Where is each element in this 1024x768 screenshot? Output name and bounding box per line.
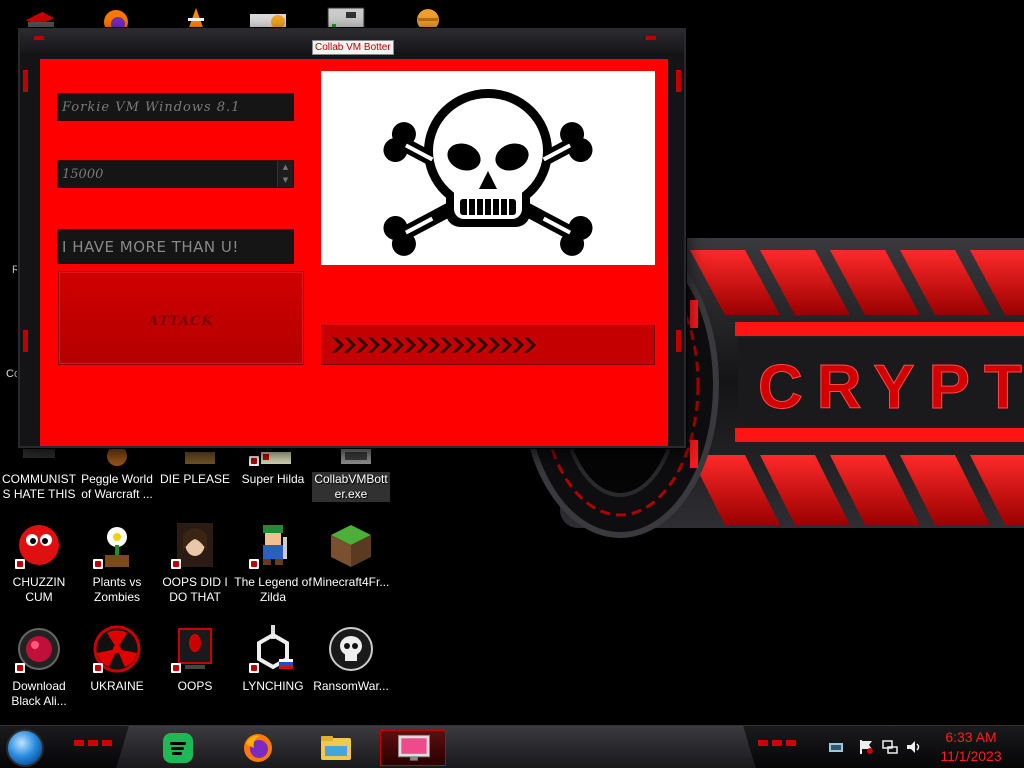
wallpaper-brand-text: CRYPTIC — [758, 353, 1024, 422]
progress-chevron — [500, 337, 512, 353]
desktop-icon-download-black-ali[interactable]: Download Black Ali... — [0, 625, 78, 709]
monitor-icon — [397, 734, 430, 761]
desktop-icon-oops[interactable]: OOPS — [156, 625, 234, 694]
desktop-icon-label: RansomWar... — [313, 679, 389, 693]
desktop-icon-ransomware[interactable]: RansomWar... — [312, 625, 390, 694]
desktop-icon-label: Minecraft4Fr... — [312, 575, 390, 589]
desktop-icon-oops-did-i[interactable]: OOPS DID I DO THAT — [156, 521, 234, 605]
taskbar-clock[interactable]: 6:33 AM 11/1/2023 — [928, 728, 1014, 766]
desktop-icon-label: DIE PLEASE — [159, 472, 231, 486]
window-side-stripe — [23, 70, 28, 92]
progress-fill — [332, 337, 536, 353]
window-side-stripe — [676, 330, 681, 352]
tray-network-card-icon[interactable] — [828, 739, 844, 755]
window-side-stripe — [23, 330, 28, 352]
desktop-icon-label: LYNCHING — [242, 679, 304, 693]
progress-bar — [321, 325, 655, 365]
taskbar-file-explorer[interactable] — [318, 730, 354, 766]
progress-chevron — [464, 337, 476, 353]
grass-block-icon — [327, 521, 375, 569]
progress-chevron — [488, 337, 500, 353]
count-stepper[interactable]: 15000 ▲ ▼ — [57, 160, 294, 188]
alienware-pc-icon — [171, 625, 219, 673]
stepper-arrows[interactable]: ▲ ▼ — [277, 161, 293, 187]
desktop-icon-lynching[interactable]: LYNCHING — [234, 625, 312, 694]
skull-crossbones-icon — [383, 89, 593, 256]
desktop-icon-plants-vs-zombies[interactable]: Plants vs Zombies — [78, 521, 156, 605]
desktop-icon-label: Super Hilda — [241, 472, 305, 486]
portrait-icon — [171, 521, 219, 569]
desktop-icon-label: OOPS — [177, 679, 213, 693]
skull-icon — [327, 625, 375, 673]
progress-chevron — [452, 337, 464, 353]
folder-icon — [321, 736, 351, 760]
progress-chevron — [356, 337, 368, 353]
progress-chevron — [368, 337, 380, 353]
clock-date: 11/1/2023 — [940, 748, 1002, 764]
collab-vm-botter-window[interactable]: Collab VM Botter Forkie VM Windows 8.1 1… — [18, 28, 686, 448]
spotify-icon — [163, 733, 193, 763]
start-button[interactable] — [6, 729, 44, 767]
desktop-icon-chuzzin[interactable]: CHUZZIN CUM — [0, 521, 78, 605]
flower-icon — [93, 521, 141, 569]
progress-chevron — [428, 337, 440, 353]
desktop-icon-label: COMMUNISTS HATE THIS G... — [2, 472, 76, 501]
tray-flag-icon[interactable] — [858, 739, 874, 755]
chevron-down-icon[interactable]: ▼ — [278, 174, 293, 187]
window-client-area: Forkie VM Windows 8.1 15000 ▲ ▼ I HAVE M… — [40, 59, 668, 446]
tray-volume-icon[interactable] — [906, 739, 922, 755]
progress-chevron — [380, 337, 392, 353]
vm-name-field[interactable]: Forkie VM Windows 8.1 — [57, 93, 294, 121]
noose-icon — [249, 625, 297, 673]
count-value: 15000 — [62, 166, 104, 182]
skull-image-panel — [321, 71, 655, 265]
alien-orb-icon — [15, 625, 63, 673]
progress-chevron — [524, 337, 536, 353]
attack-button[interactable]: ATTACK — [58, 271, 304, 365]
desktop-icon-label: CollabVMBotter.exe — [312, 472, 390, 502]
desktop-icon-label: Download Black Ali... — [11, 679, 67, 708]
firefox-icon — [244, 734, 272, 762]
desktop-icon-label: Plants vs Zombies — [92, 575, 142, 604]
taskbar-collab-vm-botter[interactable] — [380, 730, 446, 766]
taskbar-firefox[interactable] — [240, 730, 276, 766]
desktop-icon-minecraft[interactable]: Minecraft4Fr... — [312, 521, 390, 590]
taskbar: 6:33 AM 11/1/2023 — [0, 725, 1024, 768]
window-side-stripe — [676, 70, 681, 92]
clock-time: 6:33 AM — [945, 729, 997, 745]
desktop-icon-legend-of-zilda[interactable]: The Legend of Zilda — [234, 521, 312, 605]
taskbar-decor-left — [74, 740, 112, 746]
taskbar-decor-right — [758, 740, 796, 746]
progress-chevron — [404, 337, 416, 353]
progress-chevron — [512, 337, 524, 353]
progress-chevron — [392, 337, 404, 353]
taskbar-spotify[interactable] — [160, 730, 196, 766]
radiation-icon — [93, 625, 141, 673]
chuzzle-icon — [15, 521, 63, 569]
progress-chevron — [332, 337, 344, 353]
desktop-icon-label: CHUZZIN CUM — [12, 575, 66, 604]
chevron-up-icon[interactable]: ▲ — [278, 161, 293, 174]
desktop-icon-label: The Legend of Zilda — [234, 575, 312, 604]
window-titlebar[interactable]: Collab VM Botter — [20, 30, 684, 56]
desktop-icon-ukraine[interactable]: UKRAINE — [78, 625, 156, 694]
desktop-icon-label: UKRAINE — [90, 679, 144, 693]
desktop-icon-label: Peggle World of Warcraft ... — [81, 472, 153, 501]
progress-chevron — [476, 337, 488, 353]
tray-network-icon[interactable] — [882, 739, 898, 755]
desktop-icon-label: OOPS DID I DO THAT — [162, 575, 228, 604]
progress-chevron — [440, 337, 452, 353]
pixel-hero-icon — [249, 521, 297, 569]
progress-chevron — [344, 337, 356, 353]
message-field[interactable]: I HAVE MORE THAN U! — [57, 229, 294, 264]
window-title: Collab VM Botter — [312, 40, 394, 55]
progress-chevron — [416, 337, 428, 353]
